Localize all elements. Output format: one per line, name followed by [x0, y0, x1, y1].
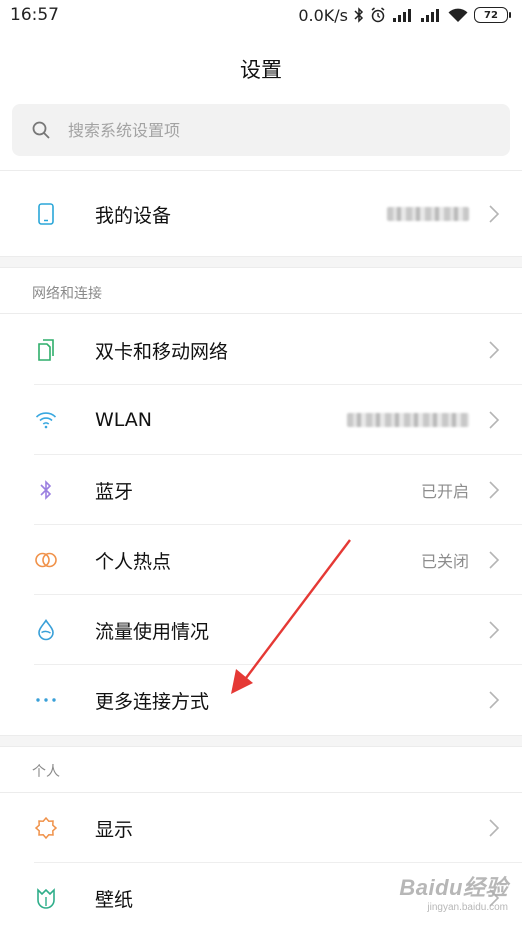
chevron-right-icon [489, 819, 500, 837]
display-item[interactable]: 显示 [0, 793, 522, 863]
search-bar[interactable] [12, 104, 510, 156]
sun-icon [34, 816, 58, 840]
status-bar: 16:57 0.0K/s 72 [0, 0, 522, 30]
battery-level: 72 [484, 9, 498, 21]
bluetooth-item[interactable]: 蓝牙 已开启 [0, 455, 522, 525]
redacted-value [387, 207, 469, 221]
dual-sim-label: 双卡和移动网络 [95, 340, 229, 363]
net-speed: 0.0K/s [298, 5, 348, 25]
chevron-right-icon [489, 481, 500, 499]
section-header-personal: 个人 [32, 764, 60, 780]
signal-icon [392, 8, 414, 22]
status-time: 16:57 [10, 5, 59, 25]
redacted-value [347, 413, 469, 427]
section-gap [0, 735, 522, 747]
data-usage-label: 流量使用情况 [95, 620, 210, 643]
page-title: 设置 [240, 58, 282, 82]
chevron-right-icon [489, 621, 500, 639]
watermark-subtitle: jingyan.baidu.com [427, 902, 508, 913]
battery-icon: 72 [474, 7, 511, 23]
wifi-icon [34, 408, 58, 432]
alarm-icon [370, 7, 386, 23]
hotspot-status: 已关闭 [420, 552, 469, 571]
my-device-label: 我的设备 [95, 204, 172, 227]
chevron-right-icon [489, 341, 500, 359]
my-device-item[interactable]: 我的设备 [0, 179, 522, 249]
watermark-title: Baidu经验 [399, 875, 508, 900]
hotspot-item[interactable]: 个人热点 已关闭 [0, 525, 522, 595]
chevron-right-icon [489, 691, 500, 709]
hotspot-label: 个人热点 [95, 550, 172, 573]
bluetooth-label: 蓝牙 [95, 480, 134, 503]
search-icon [32, 121, 50, 139]
water-drop-icon [34, 618, 58, 642]
section-gap [0, 256, 522, 268]
bluetooth-icon [34, 478, 58, 502]
wallpaper-label: 壁纸 [95, 888, 134, 911]
signal-icon [420, 8, 442, 22]
wlan-item[interactable]: WLAN [0, 385, 522, 455]
divider [0, 170, 522, 171]
sim-card-icon [34, 338, 58, 362]
phone-icon [34, 202, 58, 226]
section-header-network: 网络和连接 [32, 286, 102, 302]
chevron-right-icon [489, 551, 500, 569]
divider [0, 313, 522, 314]
wlan-label: WLAN [95, 409, 153, 431]
search-input[interactable] [68, 120, 448, 140]
status-icons: 0.0K/s 72 [298, 5, 511, 25]
chevron-right-icon [489, 205, 500, 223]
wallpaper-icon [34, 886, 58, 910]
dual-sim-item[interactable]: 双卡和移动网络 [0, 315, 522, 385]
wifi-icon [448, 8, 468, 23]
more-connections-label: 更多连接方式 [95, 690, 210, 713]
bluetooth-status: 已开启 [420, 482, 469, 501]
hotspot-icon [34, 548, 58, 572]
display-label: 显示 [95, 818, 134, 841]
more-connections-item[interactable]: 更多连接方式 [0, 665, 522, 735]
more-dots-icon [34, 688, 58, 712]
chevron-right-icon [489, 411, 500, 429]
data-usage-item[interactable]: 流量使用情况 [0, 595, 522, 665]
bluetooth-icon [354, 7, 364, 23]
watermark: Baidu经验 jingyan.baidu.com [399, 870, 508, 913]
